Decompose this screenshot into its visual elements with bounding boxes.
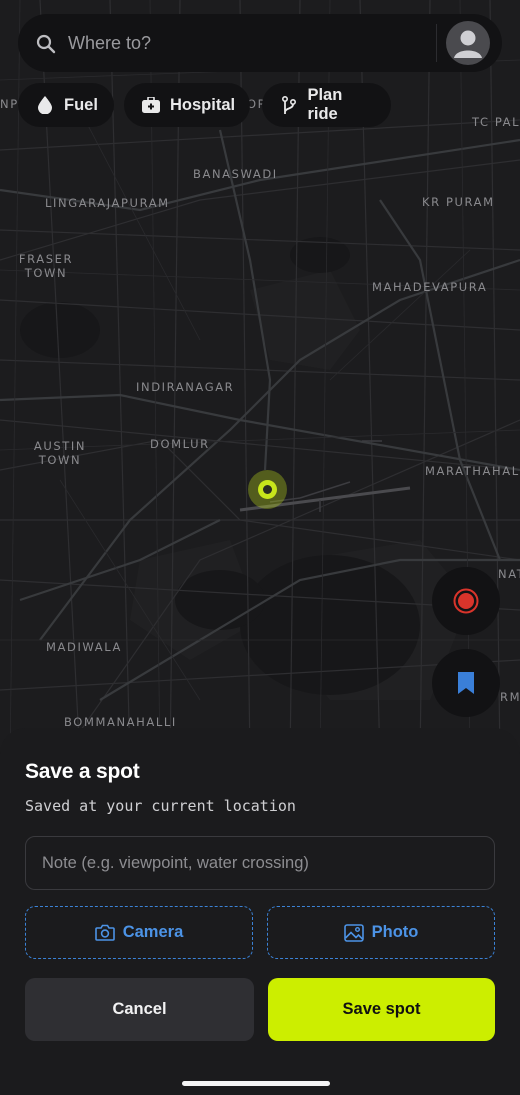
area-label: MARATHAHALL xyxy=(425,464,520,478)
note-input[interactable] xyxy=(26,837,494,889)
bookmark-button[interactable] xyxy=(432,649,500,717)
fuel-drop-icon xyxy=(36,96,54,114)
area-label: AUSTIN TOWN xyxy=(33,439,87,467)
chip-plan-ride[interactable]: Plan ride xyxy=(262,83,391,127)
area-label: INDIRANAGAR xyxy=(136,380,235,394)
area-label: TC PAL xyxy=(472,115,520,129)
search-icon xyxy=(36,34,56,59)
photo-button[interactable]: Photo xyxy=(267,906,495,959)
area-label: FRASER TOWN xyxy=(18,252,74,280)
camera-label: Camera xyxy=(122,923,184,941)
camera-button[interactable]: Camera xyxy=(25,906,253,959)
search-input[interactable]: Where to? xyxy=(68,14,428,72)
area-label: NAT xyxy=(498,567,520,581)
save-spot-sheet: Save a spot Saved at your current locati… xyxy=(0,728,520,1095)
search-divider xyxy=(436,24,437,62)
chip-hospital[interactable]: Hospital xyxy=(124,83,250,127)
record-button[interactable] xyxy=(432,567,500,635)
note-field[interactable] xyxy=(25,836,495,890)
search-bar[interactable]: Where to? xyxy=(18,14,502,72)
sheet-subtitle: Saved at your current location xyxy=(25,797,296,815)
user-icon xyxy=(454,30,482,58)
area-label: MAHADEVAPURA xyxy=(372,280,488,294)
record-icon xyxy=(453,588,479,614)
chip-label: Plan ride xyxy=(307,86,343,123)
chip-label: Hospital xyxy=(170,95,236,114)
photo-label: Photo xyxy=(371,923,419,941)
sheet-title: Save a spot xyxy=(25,760,140,783)
area-label: BOMMANAHALLI xyxy=(64,715,177,729)
cancel-button[interactable]: Cancel xyxy=(25,978,254,1041)
home-indicator xyxy=(182,1081,330,1086)
bookmark-icon xyxy=(458,672,474,694)
route-icon xyxy=(280,96,297,114)
area-label: DOMLUR xyxy=(150,437,210,451)
chip-label: Fuel xyxy=(64,95,98,114)
hospital-icon xyxy=(142,96,160,114)
area-label: NP xyxy=(0,97,19,111)
area-label: BANASWADI xyxy=(193,167,278,181)
camera-icon xyxy=(94,924,115,941)
image-icon xyxy=(343,923,364,942)
chip-fuel[interactable]: Fuel xyxy=(18,83,114,127)
current-location-marker[interactable] xyxy=(248,470,287,509)
area-label: LINGARAJAPURAM xyxy=(45,196,170,210)
save-spot-button[interactable]: Save spot xyxy=(268,978,495,1041)
area-label: MADIWALA xyxy=(46,640,122,654)
area-label: RM xyxy=(500,690,520,704)
area-label: KR PURAM xyxy=(422,195,495,209)
avatar[interactable] xyxy=(446,21,490,65)
